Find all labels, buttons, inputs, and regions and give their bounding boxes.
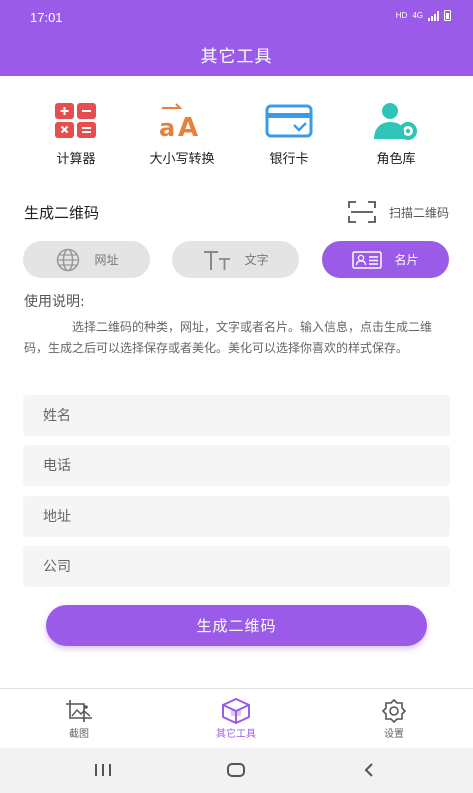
tab-other-tools[interactable]: 其它工具 <box>191 697 281 740</box>
address-field[interactable] <box>23 496 450 537</box>
phone-field[interactable] <box>23 445 450 486</box>
usage-title: 使用说明: <box>24 294 85 310</box>
role-library-icon <box>346 100 446 142</box>
tool-role-library[interactable]: 角色库 <box>346 100 446 167</box>
type-text-label: 文字 <box>244 253 269 267</box>
case-convert-icon: a A <box>132 100 232 142</box>
status-time: 17:01 <box>30 10 63 25</box>
hd-indicator: HD <box>395 11 408 20</box>
tab-screenshot-label: 截图 <box>69 729 89 740</box>
business-card-icon <box>352 250 383 269</box>
tab-settings-label: 设置 <box>384 729 404 740</box>
tool-label: 银行卡 <box>269 152 309 167</box>
type-url[interactable]: 网址 <box>23 241 150 278</box>
usage-text: 选择二维码的种类，网址，文字或者名片。输入信息，点击生成二维码，生成之后可以选择… <box>24 320 433 355</box>
battery-icon <box>444 10 451 21</box>
page-title: 其它工具 <box>200 47 273 67</box>
tool-case-convert[interactable]: a A 大小写转换 <box>132 100 232 167</box>
status-icons: HD 4G <box>396 10 451 21</box>
type-business-card-label: 名片 <box>394 253 419 267</box>
bottom-tab-bar: 截图 其它工具 设置 <box>0 688 473 748</box>
back-icon <box>364 763 373 777</box>
home-icon <box>227 763 245 777</box>
generate-qr-button[interactable]: 生成二维码 <box>46 605 427 646</box>
type-text[interactable]: 文字 <box>172 241 299 278</box>
bank-card-icon <box>239 100 339 142</box>
svg-text:a: a <box>159 114 175 140</box>
recent-apps-icon <box>95 764 111 776</box>
calculator-icon <box>26 100 126 142</box>
tool-label: 角色库 <box>376 152 416 167</box>
qr-section-title: 生成二维码 <box>24 204 100 222</box>
name-field[interactable] <box>23 395 450 436</box>
system-nav-bar <box>0 748 473 793</box>
app-header: 17:01 HD 4G 其它工具 <box>0 0 473 76</box>
svg-text:A: A <box>178 113 198 140</box>
scan-qr-button[interactable]: 扫描二维码 <box>347 200 449 224</box>
globe-icon <box>57 248 80 271</box>
type-business-card[interactable]: 名片 <box>322 241 449 278</box>
tool-label: 大小写转换 <box>149 152 215 167</box>
settings-gear-icon <box>349 697 439 725</box>
home-button[interactable] <box>221 760 251 780</box>
signal-icon <box>428 10 439 21</box>
company-field[interactable] <box>23 546 450 587</box>
scan-icon <box>348 201 376 223</box>
text-icon <box>204 250 231 270</box>
screenshot-icon <box>34 697 124 725</box>
type-url-label: 网址 <box>94 253 119 267</box>
tool-bank-card[interactable]: 银行卡 <box>239 100 339 167</box>
network-indicator: 4G <box>412 11 423 20</box>
tab-screenshot[interactable]: 截图 <box>34 697 124 740</box>
back-button[interactable] <box>354 760 384 780</box>
scan-qr-label: 扫描二维码 <box>388 205 449 220</box>
toolbox-icon <box>191 697 281 725</box>
tool-calculator[interactable]: 计算器 <box>26 100 126 167</box>
tab-settings[interactable]: 设置 <box>349 697 439 740</box>
tab-other-tools-label: 其它工具 <box>216 729 256 740</box>
recent-apps-button[interactable] <box>88 760 118 780</box>
tool-label: 计算器 <box>56 152 96 167</box>
